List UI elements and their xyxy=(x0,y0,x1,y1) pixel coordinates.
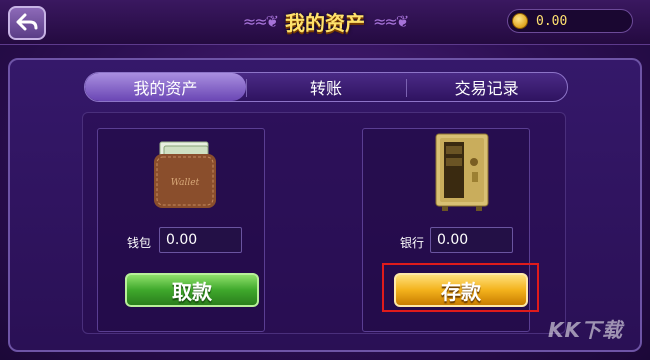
bank-label: 银行 xyxy=(400,236,425,250)
coin-balance: 0.00 xyxy=(507,9,633,33)
title-ornament-left: ≈≈❦ xyxy=(242,11,279,31)
back-arrow-icon xyxy=(16,13,38,31)
watermark: KK下载 xyxy=(548,318,623,342)
tab-my-assets[interactable]: 我的资产 xyxy=(85,73,246,101)
wallet-label: 钱包 xyxy=(127,236,152,250)
back-button[interactable] xyxy=(8,6,46,40)
coin-icon xyxy=(512,13,528,29)
tab-transfer[interactable]: 转账 xyxy=(245,73,407,101)
tab-transaction-history[interactable]: 交易记录 xyxy=(406,73,567,101)
withdraw-button[interactable]: 取款 xyxy=(125,273,259,307)
deposit-highlight-box xyxy=(382,263,539,312)
title-ornament-right: ≈≈❦ xyxy=(373,11,409,31)
title-banner: ≈≈❦ 我的资产 ≈≈❦ xyxy=(215,4,435,38)
wallet-icon: Wallet xyxy=(154,141,216,208)
tab-bar: 我的资产 转账 交易记录 xyxy=(84,72,568,102)
page-title: 我的资产 xyxy=(285,10,365,35)
safe-icon xyxy=(435,133,489,211)
bank-balance-field: 0.00 xyxy=(430,227,513,253)
svg-text:Wallet: Wallet xyxy=(171,178,200,188)
coin-balance-value: 0.00 xyxy=(536,13,568,29)
wallet-balance-field: 0.00 xyxy=(159,227,242,253)
